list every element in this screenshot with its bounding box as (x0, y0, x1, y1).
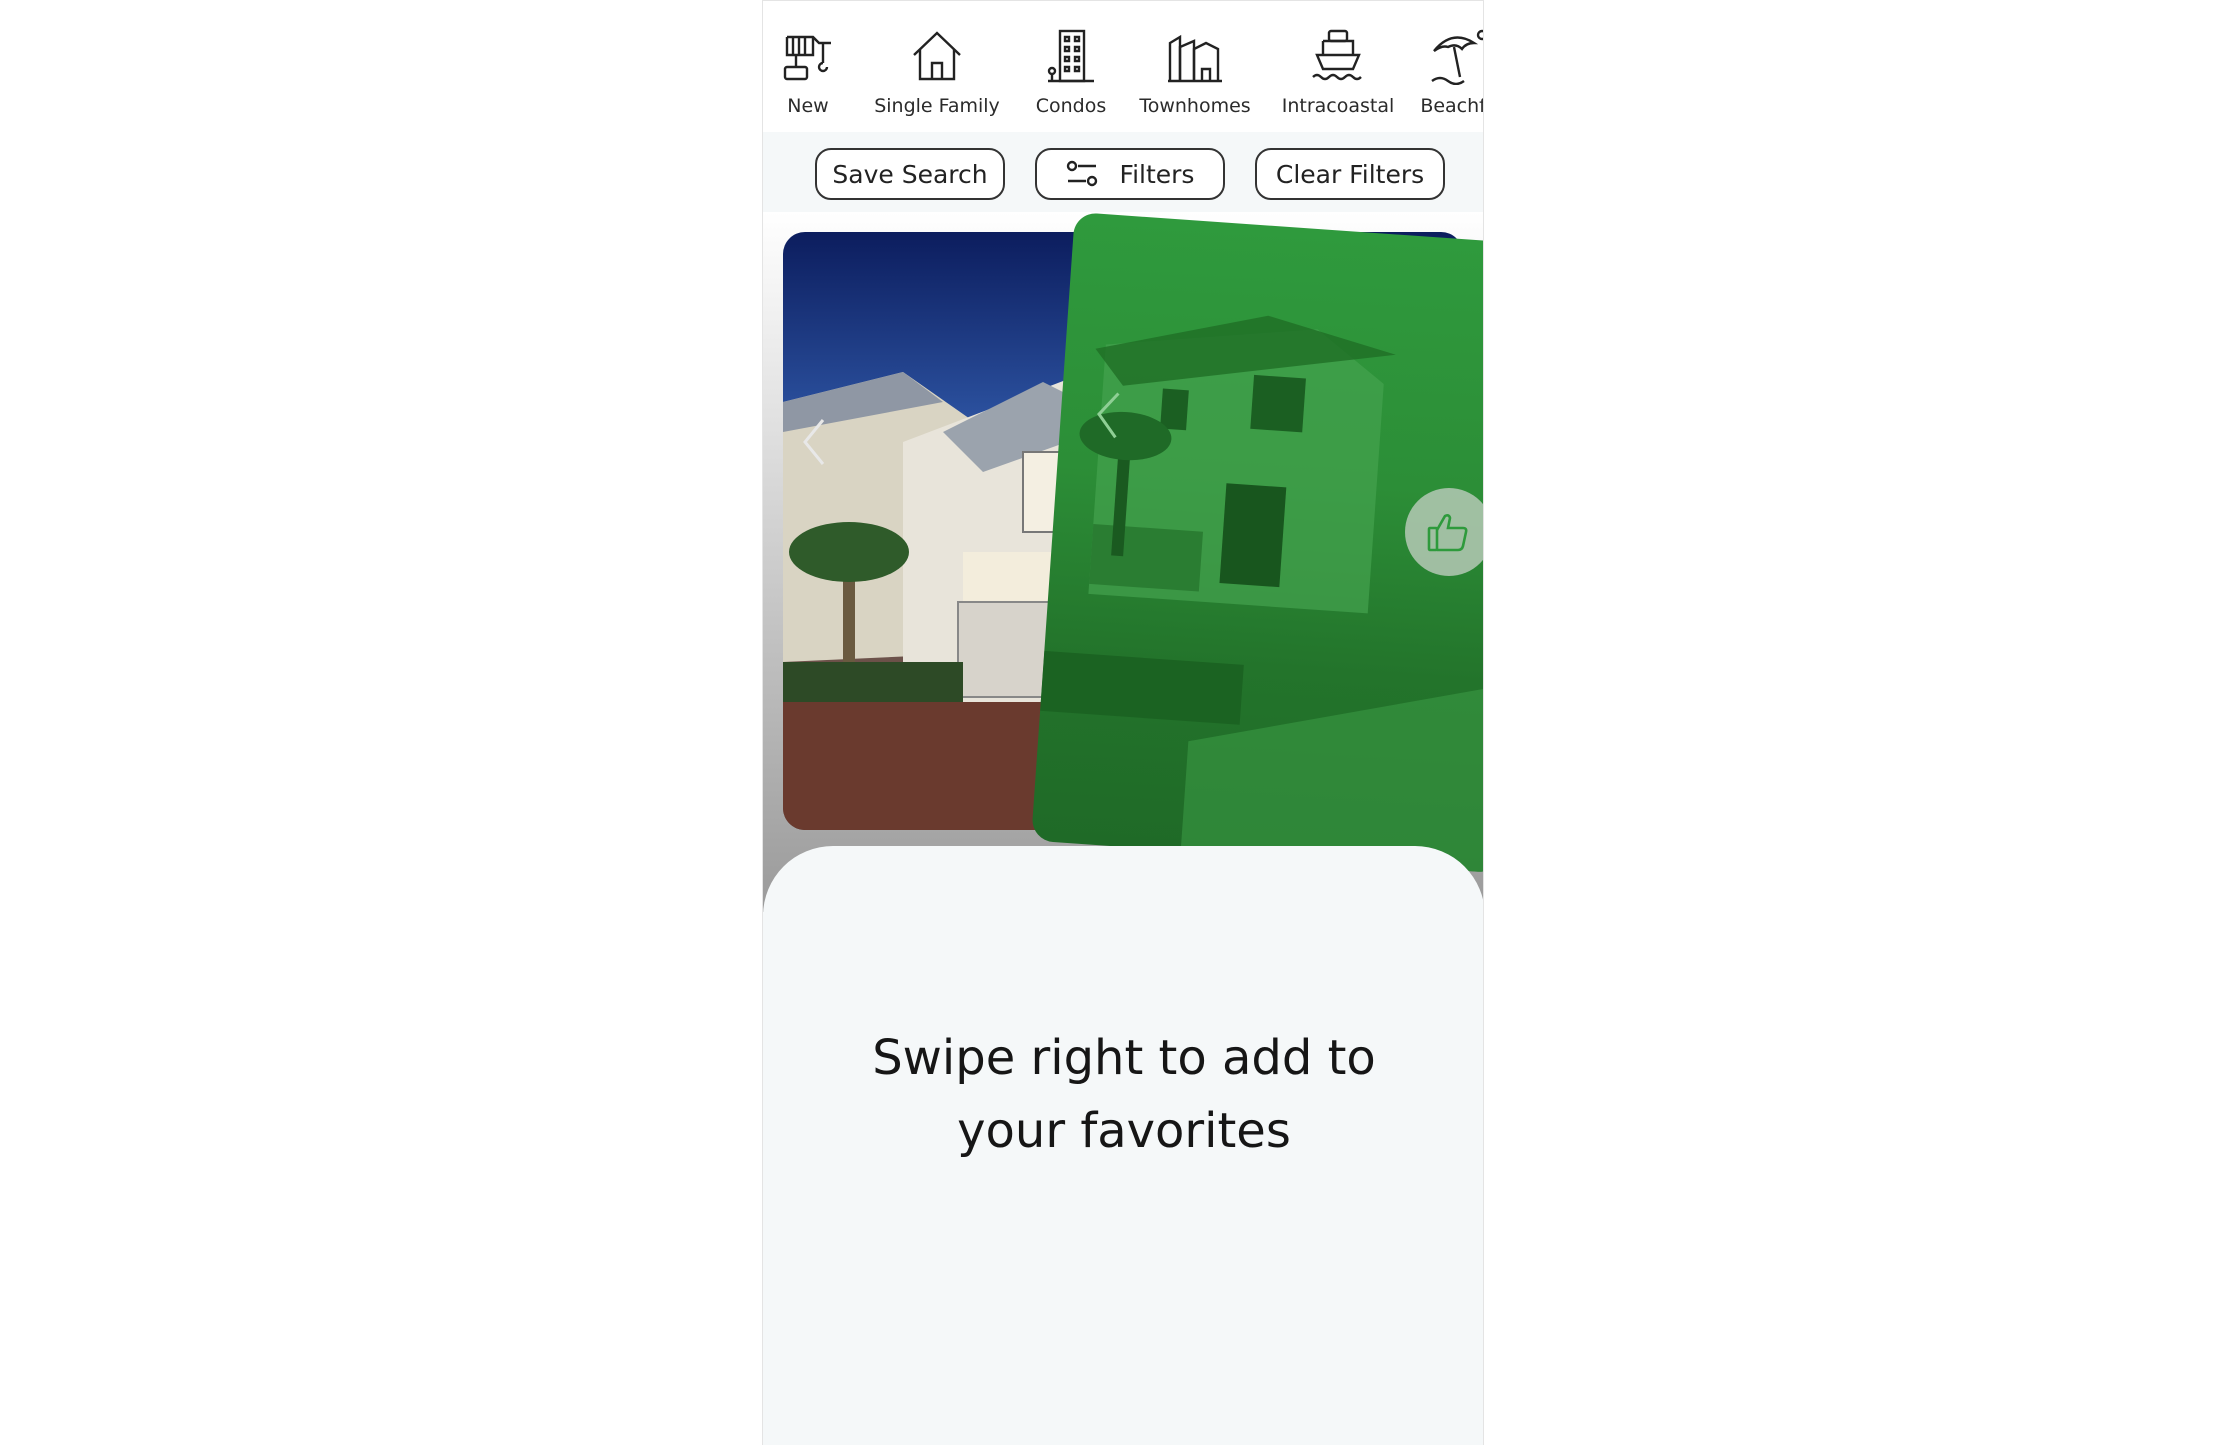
save-search-button[interactable]: Save Search (815, 148, 1005, 200)
swipe-hint-sheet: Swipe right to add to your favorites (763, 846, 1483, 1445)
phone-screen: New Single Family Condos Townhomes Intra… (762, 0, 1484, 1445)
category-townhomes[interactable]: Townhomes (1131, 27, 1259, 117)
category-label: Townhomes (1139, 95, 1251, 117)
category-condos[interactable]: Condos (1027, 27, 1115, 117)
category-intracoastal[interactable]: Intracoastal (1279, 27, 1397, 117)
category-label: Single Family (874, 95, 1000, 117)
filter-bar: Save Search Filters Clear Filters (763, 132, 1483, 212)
building-icon (1047, 29, 1094, 83)
category-beachfront[interactable]: Beachfr (1417, 27, 1483, 117)
category-single-family[interactable]: Single Family (867, 27, 1007, 117)
swipe-hint-line-1: Swipe right to add to (872, 1030, 1376, 1086)
category-label: New (787, 95, 829, 117)
beach-umbrella-icon (1431, 29, 1483, 85)
category-bar: New Single Family Condos Townhomes Intra… (763, 0, 1483, 132)
category-label: Intracoastal (1281, 95, 1395, 117)
filters-label: Filters (1119, 159, 1195, 189)
previous-photo-arrow[interactable] (1089, 384, 1127, 446)
townhomes-icon (1168, 34, 1222, 83)
sliders-icon (1066, 159, 1098, 189)
swipe-hint-line-2: your favorites (957, 1103, 1291, 1159)
crane-icon (783, 35, 831, 81)
category-label: Beachfr (1420, 95, 1483, 117)
like-button[interactable] (1405, 488, 1483, 576)
boat-icon (1312, 29, 1362, 81)
previous-photo-arrow[interactable] (797, 412, 831, 472)
thumbs-up-icon (1427, 514, 1468, 552)
filters-button[interactable]: Filters (1035, 148, 1225, 200)
card-stack[interactable] (763, 212, 1483, 912)
clear-filters-label: Clear Filters (1275, 159, 1425, 189)
swipe-hint-text: Swipe right to add to your favorites (763, 1022, 1483, 1168)
save-search-label: Save Search (832, 159, 988, 189)
category-new[interactable]: New (777, 27, 839, 117)
category-label: Condos (1035, 95, 1107, 117)
clear-filters-button[interactable]: Clear Filters (1255, 148, 1445, 200)
house-icon (913, 31, 961, 81)
